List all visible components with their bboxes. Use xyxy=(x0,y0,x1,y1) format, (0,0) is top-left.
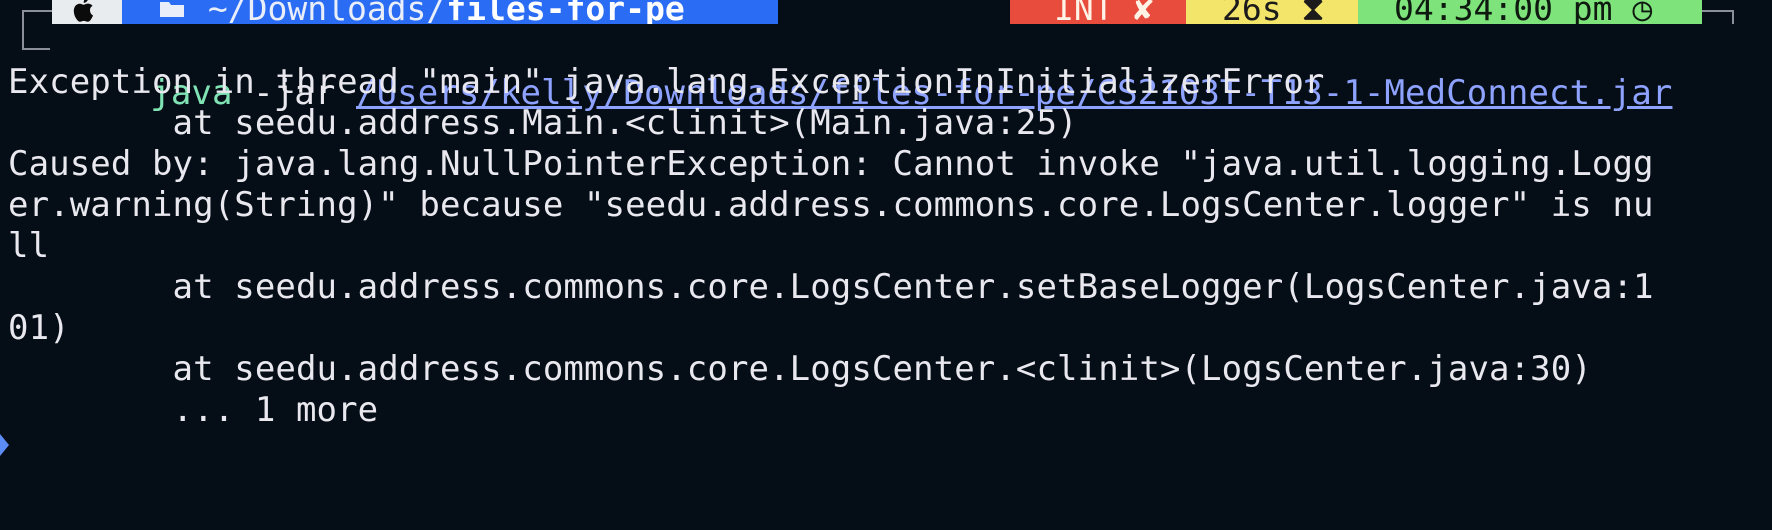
status-text: INT xyxy=(1054,0,1114,24)
output-line: 01) xyxy=(8,308,70,348)
path-prefix: ~/Downloads/ xyxy=(207,0,447,24)
prompt-frame-right xyxy=(1732,10,1734,24)
terminal-window[interactable]: ~/Downloads/files-for-pe INT ✘ 26s ⧗ 04:… xyxy=(0,0,1772,530)
output-line: at seedu.address.commons.core.LogsCenter… xyxy=(8,349,1592,389)
output-line: at seedu.address.commons.core.LogsCenter… xyxy=(8,267,1654,307)
prompt-frame-bottom-left xyxy=(22,48,50,50)
output-line: ... 1 more xyxy=(8,390,379,430)
prompt-segment-duration: 26s ⧗ xyxy=(1186,0,1358,24)
prompt-caret-icon xyxy=(0,434,9,456)
folder-icon xyxy=(158,0,208,24)
time-text: 04:34:00 pm xyxy=(1394,0,1613,24)
prompt-frame-top-right xyxy=(1702,10,1732,12)
output-line: er.warning(String)" because "seedu.addre… xyxy=(8,185,1654,225)
x-mark-icon: ✘ xyxy=(1133,0,1154,24)
prompt-frame-top-left xyxy=(22,10,52,12)
output-line: Caused by: java.lang.NullPointerExceptio… xyxy=(8,144,1654,184)
prompt-segment-os xyxy=(52,0,124,24)
clock-icon: ◷ xyxy=(1632,0,1653,24)
duration-text: 26s xyxy=(1222,0,1282,24)
prompt-segment-time: 04:34:00 pm ◷ xyxy=(1358,0,1702,24)
path-current-folder: files-for-pe xyxy=(446,0,685,24)
prompt-segment-status: INT ✘ xyxy=(1010,0,1186,24)
hourglass-icon: ⧗ xyxy=(1301,0,1325,24)
output-line: at seedu.address.Main.<clinit>(Main.java… xyxy=(8,103,1078,143)
output-line: ll xyxy=(8,226,50,266)
output-line: Exception in thread "main" java.lang.Exc… xyxy=(8,62,1325,102)
apple-icon xyxy=(70,0,100,24)
prompt-segment-directory: ~/Downloads/files-for-pe xyxy=(122,0,778,24)
prompt-frame-left xyxy=(22,10,24,50)
